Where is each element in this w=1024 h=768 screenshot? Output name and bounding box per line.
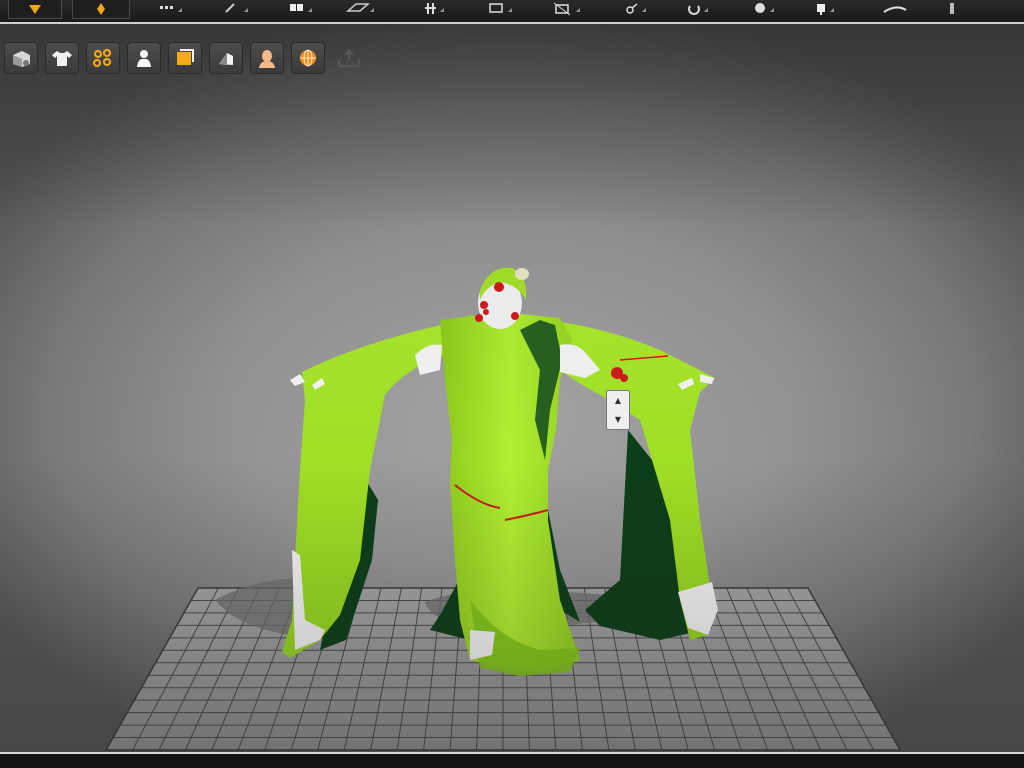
mesh-points-icon	[92, 48, 112, 68]
tip-icon	[950, 3, 954, 14]
spinner-down-icon[interactable]: ▼	[615, 415, 621, 424]
box-icon	[489, 3, 512, 13]
upload-tray-icon	[337, 49, 361, 68]
view-scroll-spinner[interactable]: ▲ ▼	[606, 390, 630, 430]
link-tool-button[interactable]	[620, 0, 650, 18]
solid-view-button[interactable]	[4, 42, 38, 74]
bottom-bezel	[0, 752, 1024, 768]
marker-icon	[29, 5, 41, 14]
dots-icon	[160, 6, 182, 12]
tree-tool-button[interactable]	[418, 0, 448, 18]
globe-map-icon	[300, 49, 316, 67]
garment-view-button[interactable]	[45, 42, 79, 74]
shirt-icon	[52, 51, 72, 66]
export-button[interactable]	[332, 42, 366, 74]
scene-canvas[interactable]	[0, 24, 1024, 752]
grid-icon	[290, 4, 312, 12]
transform-tool-button[interactable]	[548, 0, 584, 18]
top-toolbar	[0, 0, 1024, 24]
box-tool-button[interactable]	[482, 0, 516, 18]
avatar-icon	[137, 50, 151, 67]
pressure-map-button[interactable]	[291, 42, 325, 74]
circle-icon	[755, 3, 774, 13]
3d-viewport[interactable]	[0, 24, 1024, 752]
pin-icon	[97, 3, 105, 15]
spinner-up-icon[interactable]: ▲	[615, 396, 621, 405]
shape-tool-button[interactable]	[340, 0, 378, 18]
circle-tool-button[interactable]	[748, 0, 778, 18]
transform-icon	[553, 2, 580, 16]
avatar-view-button[interactable]	[127, 42, 161, 74]
marker-tool-button[interactable]	[8, 0, 62, 19]
texture-view-button[interactable]	[168, 42, 202, 74]
app-window: ▲ ▼	[0, 0, 1024, 768]
link-icon	[626, 3, 646, 14]
tip-tool-button[interactable]	[940, 0, 964, 18]
arrow-icon	[225, 3, 248, 13]
curve-tool-button[interactable]	[880, 0, 910, 18]
grid-tool-button[interactable]	[282, 0, 316, 18]
shadow-view-button[interactable]	[209, 42, 243, 74]
tree-icon	[425, 3, 444, 14]
cube-icon	[13, 51, 30, 67]
skin-view-button[interactable]	[250, 42, 284, 74]
shape-icon	[346, 3, 374, 12]
figure-icon	[817, 4, 834, 15]
arrow-tool-button[interactable]	[218, 0, 252, 18]
particle-view-button[interactable]	[86, 42, 120, 74]
rotate-icon	[688, 5, 708, 15]
rotate-tool-button[interactable]	[682, 0, 712, 18]
figure-tool-button[interactable]	[808, 0, 838, 18]
dots-tool-button[interactable]	[152, 0, 186, 18]
pin-tool-button[interactable]	[72, 0, 130, 19]
shade-icon	[219, 53, 233, 65]
fabric-icon	[177, 49, 194, 65]
viewport-display-toolbar	[4, 42, 366, 74]
curve-icon	[883, 6, 907, 13]
head-icon	[259, 50, 275, 68]
